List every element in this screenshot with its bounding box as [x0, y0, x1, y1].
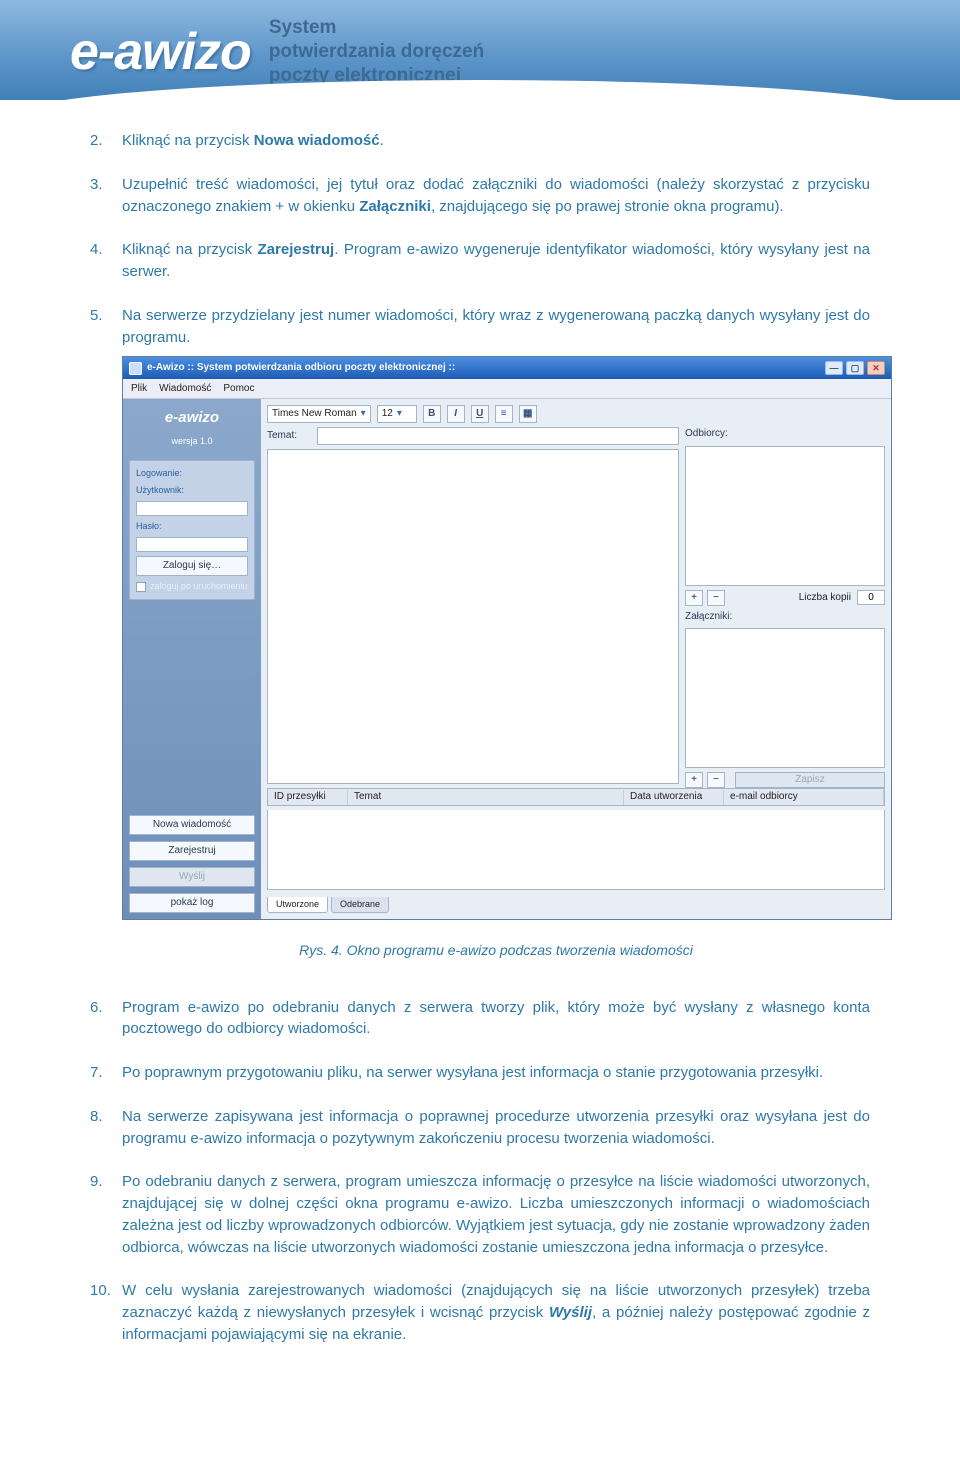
document-body: Kliknąć na przycisk Nowa wiadomość. Uzup… — [0, 100, 960, 1408]
tab-odebrane[interactable]: Odebrane — [331, 897, 389, 913]
tagline-line-3: poczty elektronicznej — [269, 64, 484, 88]
step-7: Po poprawnym przygotowaniu pliku, na ser… — [90, 1062, 870, 1084]
user-label: Użytkownik: — [136, 484, 248, 497]
chevron-down-icon: ▾ — [397, 407, 402, 422]
extra-button[interactable]: ▦ — [519, 405, 537, 423]
menubar: Plik Wiadomość Pomoc — [123, 379, 891, 399]
subject-input[interactable] — [317, 427, 679, 445]
step-5: Na serwerze przydzielany jest numer wiad… — [90, 305, 870, 961]
show-log-button[interactable]: pokaż log — [129, 893, 255, 913]
tagline: System potwierdzania doręczeń poczty ele… — [269, 16, 484, 87]
col-id: ID przesyłki — [268, 790, 348, 805]
step-2: Kliknąć na przycisk Nowa wiadomość. — [90, 130, 870, 152]
message-body-editor[interactable] — [267, 449, 679, 784]
main-pane: Times New Roman▾ 12▾ B I U ≡ ▦ — [261, 399, 891, 919]
logo-text: e-awizo — [70, 22, 251, 82]
underline-button[interactable]: U — [471, 405, 489, 423]
recipients-list[interactable] — [685, 446, 885, 586]
window-controls: — ▢ ✕ — [825, 361, 885, 375]
sidebar: e-awizo wersja 1.0 Logowanie: Użytkownik… — [123, 399, 261, 919]
font-size-select[interactable]: 12▾ — [377, 405, 417, 423]
close-button[interactable]: ✕ — [867, 361, 885, 375]
col-date: Data utworzenia — [624, 790, 724, 805]
step-3: Uzupełnić treść wiadomości, jej tytuł or… — [90, 174, 870, 218]
tab-utworzone[interactable]: Utworzone — [267, 897, 328, 913]
align-button[interactable]: ≡ — [495, 405, 513, 423]
app-window: e-Awizo :: System potwierdzania odbioru … — [122, 356, 892, 920]
col-email: e-mail odbiorcy — [724, 790, 884, 805]
step-4: Kliknąć na przycisk Zarejestruj. Program… — [90, 239, 870, 283]
remember-checkbox[interactable]: zaloguj po uruchomieniu — [136, 580, 248, 593]
titlebar: e-Awizo :: System potwierdzania odbioru … — [123, 357, 891, 379]
new-message-button[interactable]: Nowa wiadomość — [129, 815, 255, 835]
remember-label: zaloguj po uruchomieniu — [150, 580, 248, 593]
grid-header: ID przesyłki Temat Data utworzenia e-mai… — [267, 788, 885, 806]
login-button[interactable]: Zaloguj się… — [136, 556, 248, 576]
send-button[interactable]: Wyślij — [129, 867, 255, 887]
font-select[interactable]: Times New Roman▾ — [267, 405, 371, 423]
attachment-remove-button[interactable]: − — [707, 772, 725, 788]
recipients-label: Odbiorcy: — [685, 427, 885, 442]
menu-plik[interactable]: Plik — [131, 382, 147, 397]
step-8: Na serwerze zapisywana jest informacja o… — [90, 1106, 870, 1150]
menu-wiadomosc[interactable]: Wiadomość — [159, 382, 211, 397]
copies-label: Liczba kopii — [799, 591, 851, 606]
step-6: Program e-awizo po odebraniu danych z se… — [90, 997, 870, 1041]
sidebar-version: wersja 1.0 — [129, 435, 255, 448]
chevron-down-icon: ▾ — [361, 407, 366, 422]
checkbox-icon — [136, 582, 146, 592]
menu-pomoc[interactable]: Pomoc — [223, 382, 254, 397]
step-9: Po odebraniu danych z serwera, program u… — [90, 1171, 870, 1258]
pass-input[interactable] — [136, 537, 248, 552]
tagline-line-1: System — [269, 16, 484, 40]
subject-label: Temat: — [267, 429, 311, 444]
grid-body[interactable] — [267, 810, 885, 890]
tagline-line-2: potwierdzania doręczeń — [269, 40, 484, 64]
user-input[interactable] — [136, 501, 248, 516]
attachments-list[interactable] — [685, 628, 885, 768]
login-panel: Logowanie: Użytkownik: Hasło: Zaloguj si… — [129, 460, 255, 600]
login-header: Logowanie: — [136, 467, 248, 480]
attachment-add-button[interactable]: + — [685, 772, 703, 788]
sidebar-brand: e-awizo — [129, 405, 255, 429]
page-header: e-awizo System potwierdzania doręczeń po… — [0, 0, 960, 100]
recipient-remove-button[interactable]: − — [707, 590, 725, 606]
italic-button[interactable]: I — [447, 405, 465, 423]
maximize-button[interactable]: ▢ — [846, 361, 864, 375]
save-button[interactable]: Zapisz — [735, 772, 885, 788]
register-button[interactable]: Zarejestruj — [129, 841, 255, 861]
app-icon — [129, 362, 142, 375]
attachments-label: Załączniki: — [685, 610, 885, 625]
step-10: W celu wysłania zarejestrowanych wiadomo… — [90, 1280, 870, 1345]
window-title: e-Awizo :: System potwierdzania odbioru … — [147, 361, 455, 376]
col-subject: Temat — [348, 790, 624, 805]
recipient-add-button[interactable]: + — [685, 590, 703, 606]
copies-input[interactable] — [857, 590, 885, 605]
instructions-list: Kliknąć na przycisk Nowa wiadomość. Uzup… — [90, 130, 870, 1346]
minimize-button[interactable]: — — [825, 361, 843, 375]
pass-label: Hasło: — [136, 520, 248, 533]
format-toolbar: Times New Roman▾ 12▾ B I U ≡ ▦ — [267, 405, 885, 423]
bold-button[interactable]: B — [423, 405, 441, 423]
bottom-tabs: Utworzone Odebrane — [267, 897, 885, 913]
figure-caption: Rys. 4. Okno programu e-awizo podczas tw… — [122, 940, 870, 960]
